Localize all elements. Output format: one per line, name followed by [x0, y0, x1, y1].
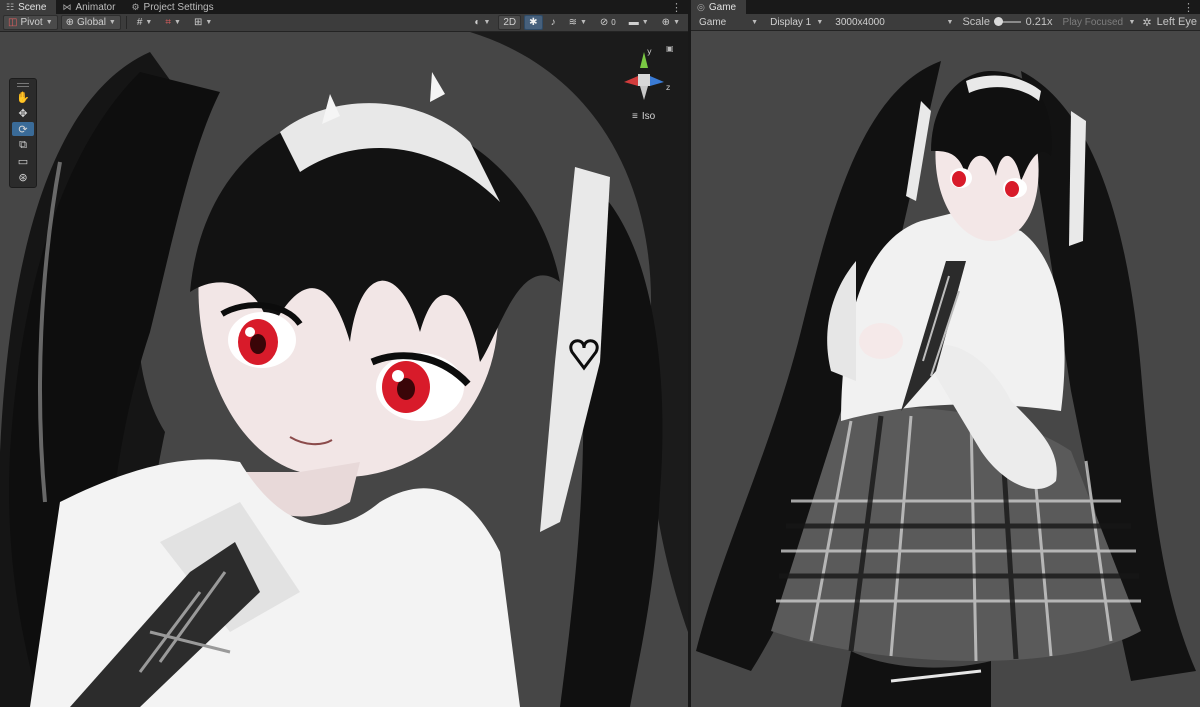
audio-icon: ♪ [550, 17, 556, 28]
resolution-select[interactable]: 3000x4000 ▼ [830, 15, 958, 30]
chevron-down-icon: ▼ [641, 19, 649, 26]
layers-icon: ≋ [568, 17, 577, 28]
rotate-tool-icon[interactable]: ⟳ [12, 122, 34, 136]
chevron-down-icon: ▼ [205, 19, 213, 26]
orientation-gizmo[interactable]: y z [612, 46, 676, 106]
tab-animator[interactable]: ⋈ Animator [56, 0, 125, 14]
grid-icon: # [136, 17, 143, 28]
game-viewport[interactable] [691, 31, 1200, 707]
grid-snap-button[interactable]: ⌗ ▼ [160, 15, 186, 30]
global-dropdown[interactable]: ⊕ Global ▼ [60, 15, 121, 30]
gamepad-icon: ◎ [697, 1, 705, 12]
scene-panel: ☷ Scene ⋈ Animator ⚙ Project Settings ⋮ … [0, 0, 688, 707]
grid-visibility-button[interactable]: # ▼ [132, 15, 158, 30]
display-select[interactable]: Display 1 ▼ [765, 15, 828, 30]
gizmo-x-axis-icon[interactable] [624, 76, 638, 86]
palette-grip-handle[interactable] [17, 83, 29, 87]
scene-viewport[interactable]: ✋ ✥ ⟳ ⧉ ▭ ⊛ y z ▣ ≡ Iso [0, 32, 688, 707]
scene-character-render [0, 32, 688, 707]
snap-grid-icon: ⌗ [165, 17, 171, 28]
gizmo-neg-y-icon[interactable] [640, 86, 648, 100]
scale-tool-icon[interactable]: ⧉ [12, 138, 34, 152]
chevron-down-icon: ▼ [946, 18, 954, 26]
eye-select[interactable]: Left Eye [1157, 16, 1197, 28]
kebab-menu-icon[interactable]: ⋮ [1177, 0, 1200, 14]
toolbar-divider [125, 16, 127, 29]
chevron-down-icon: ▼ [673, 19, 680, 26]
gizmo-lock-icon[interactable]: ▣ [666, 44, 674, 53]
game-mode-select[interactable]: Game ▼ [694, 15, 763, 30]
effects-dropdown[interactable]: ≋ ▼ [564, 15, 592, 30]
scene-toolbar: ◫ Pivot ▼ ⊕ Global ▼ # ▼ ⌗ ▼ ⊞ ▼ ◐ ▼ 2D [0, 14, 688, 32]
chevron-down-icon: ▼ [816, 18, 824, 26]
game-panel: ◎ Game ⋮ Game ▼ Display 1 ▼ 3000x4000 ▼ … [691, 0, 1200, 707]
gizmo-y-label: y [647, 47, 652, 56]
lighting-toggle-button[interactable]: ✱ [524, 15, 543, 30]
scale-label: Scale [962, 16, 990, 28]
gizmo-z-label: z [666, 83, 670, 92]
chevron-down-icon: ▼ [45, 19, 53, 26]
chevron-down-icon: ▼ [108, 19, 116, 26]
scale-value: 0.21x [1025, 16, 1053, 28]
camera-settings-dropdown[interactable]: ▬ ▼ [624, 15, 654, 30]
play-focused-select[interactable]: Play Focused ▼ [1058, 15, 1141, 30]
gizmo-z-axis-icon[interactable] [650, 76, 664, 86]
transform-tool-icon[interactable]: ⊛ [12, 170, 34, 184]
chevron-down-icon: ▼ [1128, 18, 1136, 26]
globe-icon: ⊕ [65, 17, 75, 28]
move-tool-icon[interactable]: ✥ [12, 106, 34, 120]
eye-slash-icon: ⊘ [599, 17, 609, 28]
gear-icon: ⚙ [131, 1, 140, 12]
lightbulb-icon: ✱ [529, 17, 538, 28]
projection-toggle[interactable]: ≡ Iso [632, 111, 655, 122]
scale-slider[interactable] [994, 17, 1021, 26]
chevron-down-icon: ▼ [483, 19, 491, 26]
count-badge-icon: 0 [611, 18, 616, 27]
tab-project-settings[interactable]: ⚙ Project Settings [125, 0, 223, 14]
increment-snap-button[interactable]: ⊞ ▼ [189, 15, 217, 30]
camera-icon: ▬ [628, 17, 639, 28]
rect-tool-icon[interactable]: ▭ [12, 154, 34, 168]
pivot-dropdown[interactable]: ◫ Pivot ▼ [3, 15, 58, 30]
gizmo-center-cube-icon[interactable] [638, 74, 650, 86]
hidden-objects-toggle[interactable]: ⊘ 0 [595, 15, 621, 30]
chevron-down-icon: ▼ [174, 19, 181, 26]
scale-slider-knob[interactable] [994, 17, 1003, 26]
scene-tabbar: ☷ Scene ⋈ Animator ⚙ Project Settings ⋮ [0, 0, 688, 14]
gizmo-icon: ⊕ [661, 17, 671, 28]
game-character-render [691, 31, 1200, 707]
game-tabbar: ◎ Game ⋮ [691, 0, 1200, 14]
chevron-down-icon: ▼ [145, 19, 153, 26]
gizmos-dropdown[interactable]: ⊕ ▼ [657, 15, 685, 30]
tool-palette: ✋ ✥ ⟳ ⧉ ▭ ⊛ [9, 78, 37, 188]
audio-toggle-button[interactable]: ♪ [546, 15, 561, 30]
iso-lines-icon: ≡ [632, 111, 638, 122]
pivot-icon: ◫ [8, 17, 18, 28]
chevron-down-icon: ▼ [579, 19, 587, 26]
shading-sphere-icon: ◐ [474, 17, 481, 28]
tab-game[interactable]: ◎ Game [691, 0, 747, 14]
grid-icon: ☷ [6, 1, 15, 12]
kebab-menu-icon[interactable]: ⋮ [665, 0, 688, 14]
animator-icon: ⋈ [62, 1, 72, 12]
hand-tool-icon[interactable]: ✋ [12, 90, 34, 104]
toggle-2d-button[interactable]: 2D [498, 15, 522, 30]
chevron-down-icon: ▼ [751, 18, 759, 26]
draw-mode-dropdown[interactable]: ◐ ▼ [469, 15, 495, 30]
tab-scene[interactable]: ☷ Scene [0, 0, 57, 14]
game-toolbar: Game ▼ Display 1 ▼ 3000x4000 ▼ Scale 0.2… [691, 14, 1200, 31]
ruler-icon: ⊞ [193, 17, 203, 28]
bug-icon[interactable]: ✲ [1142, 16, 1151, 29]
